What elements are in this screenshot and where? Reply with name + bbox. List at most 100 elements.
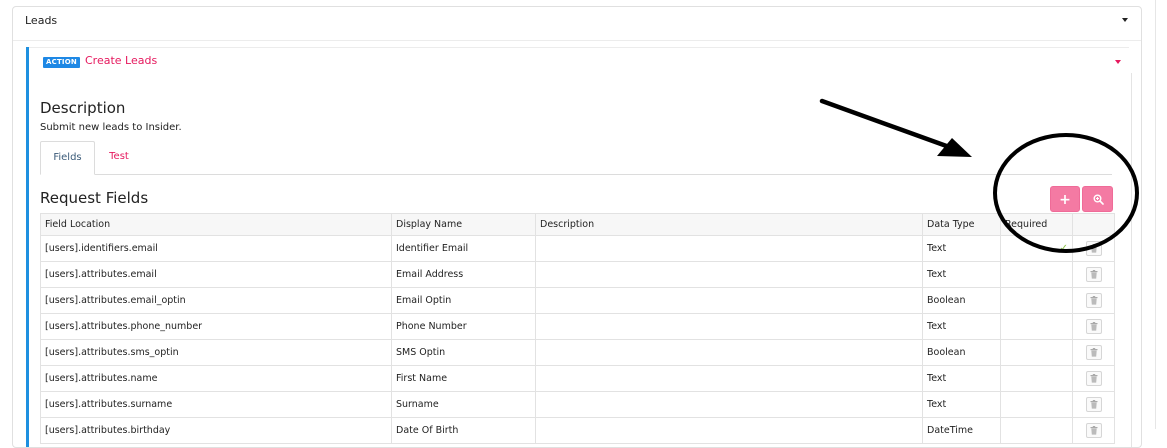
data-type-cell: Text [922, 235, 1001, 262]
description-cell [535, 313, 923, 340]
row-actions-cell [1072, 313, 1115, 340]
column-header [1072, 213, 1115, 236]
tab-test[interactable]: Test [98, 141, 140, 173]
column-header[interactable]: Field Location [40, 213, 392, 236]
row-actions-cell [1072, 339, 1115, 366]
action-card: ACTION Create Leads Description Submit n… [26, 47, 1132, 447]
display-name-cell: Email Address [391, 261, 536, 288]
trash-icon [1090, 374, 1097, 383]
data-type-cell: Boolean [922, 339, 1001, 366]
row-actions-cell [1072, 287, 1115, 314]
column-header[interactable]: Display Name [391, 213, 536, 236]
data-type-cell: Text [922, 391, 1001, 418]
table-row[interactable]: [users].attributes.sms_optin SMS Optin Boo… [40, 339, 1115, 366]
tab-bar: Fields Test [40, 141, 1112, 175]
add-field-button[interactable]: + [1050, 186, 1080, 212]
required-cell [1000, 417, 1073, 444]
tab-fields[interactable]: Fields [40, 141, 95, 175]
caret-down-icon[interactable] [1115, 60, 1121, 64]
check-icon: ✓ [1059, 243, 1068, 254]
delete-field-button[interactable] [1085, 319, 1102, 334]
required-cell [1000, 365, 1073, 392]
leads-panel-header[interactable]: Leads [13, 7, 1141, 35]
delete-field-button[interactable] [1085, 371, 1102, 386]
field-location-cell: [users].attributes.phone_number [40, 313, 392, 340]
display-name-cell: SMS Optin [391, 339, 536, 366]
data-type-cell: DateTime [922, 417, 1001, 444]
table-row[interactable]: [users].attributes.birthday Date Of Birth… [40, 417, 1115, 444]
trash-icon [1090, 270, 1097, 279]
zoom-button[interactable] [1082, 186, 1113, 212]
column-header[interactable]: Required [1000, 213, 1073, 236]
table-row[interactable]: [users].attributes.name First Name Text [40, 365, 1115, 392]
column-header[interactable]: Description [535, 213, 923, 236]
table-row[interactable]: [users].attributes.phone_number Phone Num… [40, 313, 1115, 340]
request-fields-table: Field Location Display Name Description … [40, 213, 1115, 444]
description-cell [535, 417, 923, 444]
field-location-cell: [users].attributes.email [40, 261, 392, 288]
trash-icon [1090, 400, 1097, 409]
column-header[interactable]: Data Type [922, 213, 1001, 236]
delete-field-button[interactable] [1085, 345, 1102, 360]
description-text: Submit new leads to Insider. [40, 122, 182, 133]
display-name-cell: Date Of Birth [391, 417, 536, 444]
description-cell [535, 235, 923, 262]
data-type-cell: Text [922, 261, 1001, 288]
description-cell [535, 391, 923, 418]
divider [13, 40, 1141, 41]
page-scroll-edge [1155, 0, 1156, 429]
leads-panel-title: Leads [25, 14, 58, 27]
delete-field-button[interactable] [1085, 397, 1102, 412]
delete-field-button[interactable] [1085, 423, 1102, 438]
divider [29, 47, 1129, 48]
table-header-row: Field Location Display Name Description … [40, 213, 1115, 236]
field-location-cell: [users].attributes.sms_optin [40, 339, 392, 366]
display-name-cell: Phone Number [391, 313, 536, 340]
table-row[interactable]: [users].attributes.surname Surname Text [40, 391, 1115, 418]
trash-icon [1090, 322, 1097, 331]
request-fields-heading: Request Fields [40, 189, 149, 207]
description-cell [535, 339, 923, 366]
delete-field-button[interactable] [1085, 267, 1102, 282]
zoom-in-icon [1093, 194, 1104, 205]
action-title[interactable]: Create Leads [85, 54, 157, 67]
table-row[interactable]: [users].attributes.email_optin Email Opti… [40, 287, 1115, 314]
required-cell [1000, 391, 1073, 418]
table-row[interactable]: [users].attributes.email Email Address Tex… [40, 261, 1115, 288]
caret-down-icon[interactable] [1122, 18, 1128, 22]
trash-icon [1090, 296, 1097, 305]
display-name-cell: First Name [391, 365, 536, 392]
field-location-cell: [users].attributes.birthday [40, 417, 392, 444]
display-name-cell: Email Optin [391, 287, 536, 314]
required-cell [1000, 261, 1073, 288]
trash-icon [1090, 244, 1097, 253]
row-actions-cell [1072, 365, 1115, 392]
data-type-cell: Boolean [922, 287, 1001, 314]
display-name-cell: Surname [391, 391, 536, 418]
trash-icon [1090, 426, 1097, 435]
description-cell [535, 287, 923, 314]
data-type-cell: Text [922, 313, 1001, 340]
table-row[interactable]: [users].identifiers.email Identifier Emai… [40, 235, 1115, 262]
row-actions-cell [1072, 235, 1115, 262]
trash-icon [1090, 348, 1097, 357]
delete-field-button[interactable] [1085, 241, 1102, 256]
row-actions-cell [1072, 261, 1115, 288]
required-cell [1000, 313, 1073, 340]
field-location-cell: [users].attributes.name [40, 365, 392, 392]
description-cell [535, 261, 923, 288]
description-heading: Description [40, 99, 126, 117]
divider [1131, 73, 1132, 447]
leads-panel: Leads ACTION Create Leads Description Su… [12, 6, 1142, 448]
delete-field-button[interactable] [1085, 293, 1102, 308]
action-badge: ACTION [43, 57, 80, 68]
field-location-cell: [users].attributes.email_optin [40, 287, 392, 314]
description-cell [535, 365, 923, 392]
display-name-cell: Identifier Email [391, 235, 536, 262]
field-location-cell: [users].attributes.surname [40, 391, 392, 418]
required-cell [1000, 287, 1073, 314]
required-cell: ✓ [1000, 235, 1073, 262]
data-type-cell: Text [922, 365, 1001, 392]
row-actions-cell [1072, 417, 1115, 444]
row-actions-cell [1072, 391, 1115, 418]
